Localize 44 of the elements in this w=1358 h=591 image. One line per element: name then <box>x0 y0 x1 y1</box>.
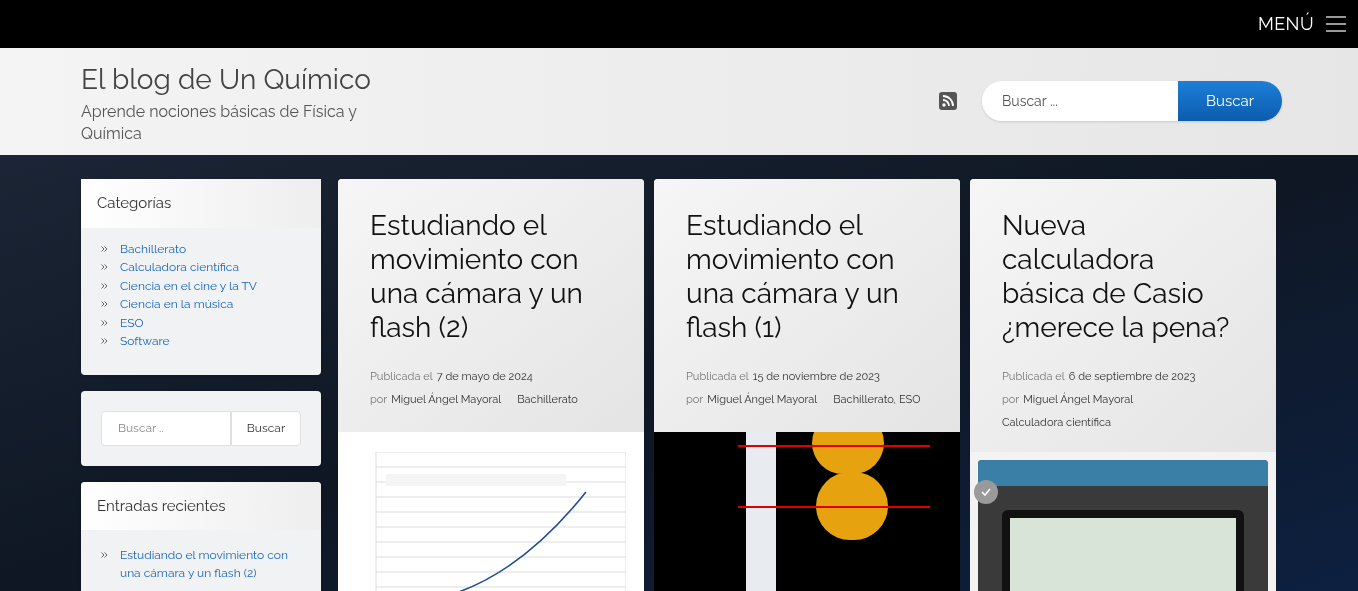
chevron-icon <box>101 301 108 308</box>
post-title[interactable]: Estudiando el movimiento con una cámara y un flash (2) <box>370 209 612 345</box>
sidebar-search-field[interactable]: Buscar .. <box>101 410 231 446</box>
search-field[interactable]: Buscar ... <box>982 81 1178 121</box>
check-icon <box>974 480 998 504</box>
post-categories[interactable]: Bachillerato <box>517 388 578 411</box>
post-title[interactable]: Estudiando el movimiento con una cámara y un flash (1) <box>686 209 928 345</box>
chevron-icon <box>101 552 108 558</box>
chevron-icon <box>101 338 108 345</box>
published-label: Publicada el <box>1002 369 1065 385</box>
by-label: por <box>686 392 704 408</box>
category-link[interactable]: Ciencia en la música <box>120 295 234 314</box>
recent-post-link[interactable]: Estudiando el movimiento con una cámara y un flash (2) <box>120 546 301 582</box>
post-author[interactable]: Miguel Ángel Mayoral <box>391 388 502 411</box>
post-author[interactable]: Miguel Ángel Mayoral <box>707 388 818 411</box>
chevron-icon <box>101 245 108 252</box>
site-title[interactable]: El blog de Un Químico <box>81 62 401 97</box>
panel-title: Entradas recientes <box>81 481 321 530</box>
post-date[interactable]: 6 de septiembre de 2023 <box>1068 365 1196 388</box>
chevron-icon <box>101 264 108 271</box>
post-date[interactable]: 7 de mayo de 2024 <box>436 365 533 388</box>
menu-label[interactable]: MENÚ <box>1257 10 1314 38</box>
by-label: por <box>1002 392 1020 408</box>
post-categories[interactable]: Bachillerato, ESO <box>833 388 921 411</box>
category-link[interactable]: Bachillerato <box>120 239 187 258</box>
site-tagline: Aprende nociones básicas de Física y Química <box>81 101 358 145</box>
post-title[interactable]: Nueva calculadora básica de Casio ¿merece la pena? <box>1002 209 1244 345</box>
panel-title: Categorías <box>81 179 321 228</box>
sidebar-search-button[interactable]: Buscar <box>231 410 301 446</box>
by-label: por <box>370 392 388 408</box>
post-date[interactable]: 15 de noviembre de 2023 <box>752 365 880 388</box>
category-link[interactable]: ESO <box>120 313 144 332</box>
post-categories[interactable]: Calculadora científica <box>1002 411 1112 434</box>
rss-icon[interactable] <box>939 92 957 110</box>
published-label: Publicada el <box>370 369 433 385</box>
search-button[interactable]: Buscar <box>1178 81 1282 121</box>
category-link[interactable]: Ciencia en el cine y la TV <box>120 276 257 295</box>
category-link[interactable]: Calculadora científica <box>120 258 239 277</box>
chevron-icon <box>101 282 108 289</box>
published-label: Publicada el <box>686 369 749 385</box>
category-link[interactable]: Software <box>120 332 170 351</box>
post-author[interactable]: Miguel Ángel Mayoral <box>1023 388 1134 411</box>
menu-icon[interactable] <box>1326 16 1346 32</box>
chevron-icon <box>101 319 108 326</box>
